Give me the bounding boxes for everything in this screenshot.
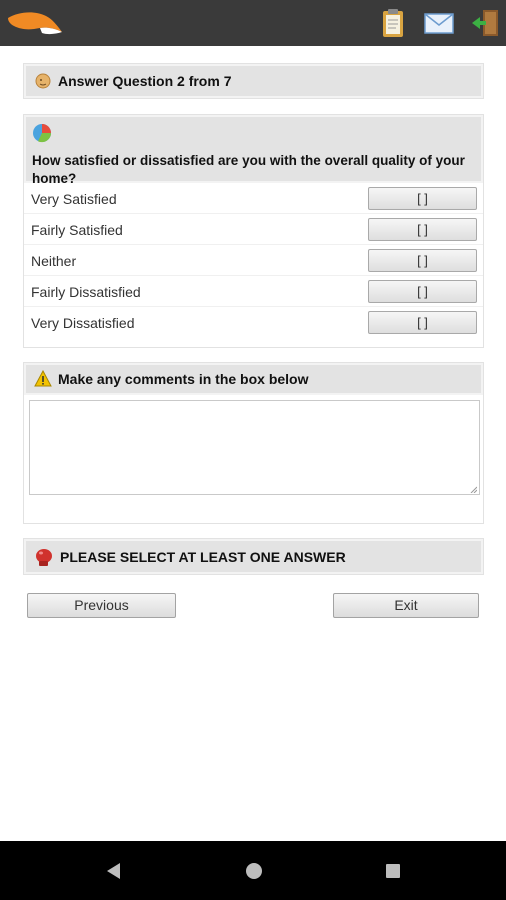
option-row: Very Satisfied [ ]: [24, 183, 483, 214]
option-label: Fairly Satisfied: [31, 222, 123, 238]
option-label: Very Dissatisfied: [31, 315, 135, 331]
alert-panel: PLEASE SELECT AT LEAST ONE ANSWER: [23, 538, 484, 575]
resize-grip-icon[interactable]: [469, 485, 477, 493]
question-counter-panel: Answer Question 2 from 7: [23, 63, 484, 99]
panel-header: Answer Question 2 from 7: [24, 64, 483, 98]
option-row: Fairly Satisfied [ ]: [24, 214, 483, 245]
boxing-glove-icon: [36, 548, 52, 566]
option-row: Very Dissatisfied [ ]: [24, 307, 483, 338]
option-select-button[interactable]: [ ]: [368, 311, 477, 334]
question-counter-title: Answer Question 2 from 7: [58, 73, 232, 89]
previous-button[interactable]: Previous: [27, 593, 176, 618]
option-select-button[interactable]: [ ]: [368, 249, 477, 272]
alert-text: PLEASE SELECT AT LEAST ONE ANSWER: [60, 548, 346, 565]
warning-icon: [34, 370, 52, 387]
exit-button[interactable]: Exit: [333, 593, 479, 618]
back-icon[interactable]: [104, 861, 122, 881]
comments-textarea[interactable]: [29, 400, 480, 495]
option-select-button[interactable]: [ ]: [368, 280, 477, 303]
comments-header: Make any comments in the box below: [24, 363, 483, 395]
recents-icon[interactable]: [384, 861, 402, 881]
question-panel: How satisfied or dissatisfied are you wi…: [23, 114, 484, 348]
alert-header: PLEASE SELECT AT LEAST ONE ANSWER: [24, 539, 483, 574]
option-label: Fairly Dissatisfied: [31, 284, 141, 300]
head-icon: [35, 73, 51, 89]
option-label: Neither: [31, 253, 77, 269]
exit-door-icon[interactable]: [470, 7, 502, 39]
clipboard-icon[interactable]: [377, 7, 409, 39]
comments-panel: Make any comments in the box below: [23, 362, 484, 524]
system-nav-bar: [0, 841, 506, 900]
option-select-button[interactable]: [ ]: [368, 187, 477, 210]
option-label: Very Satisfied: [31, 191, 117, 207]
app-bar: [0, 0, 506, 46]
option-row: Fairly Dissatisfied [ ]: [24, 276, 483, 307]
option-row: Neither [ ]: [24, 245, 483, 276]
fox-tail-logo: [8, 12, 62, 35]
envelope-icon[interactable]: [423, 7, 455, 39]
home-icon[interactable]: [244, 861, 264, 881]
comments-title: Make any comments in the box below: [58, 371, 309, 387]
option-select-button[interactable]: [ ]: [368, 218, 477, 241]
pie-chart-icon: [33, 124, 52, 143]
question-header: How satisfied or dissatisfied are you wi…: [24, 115, 483, 186]
